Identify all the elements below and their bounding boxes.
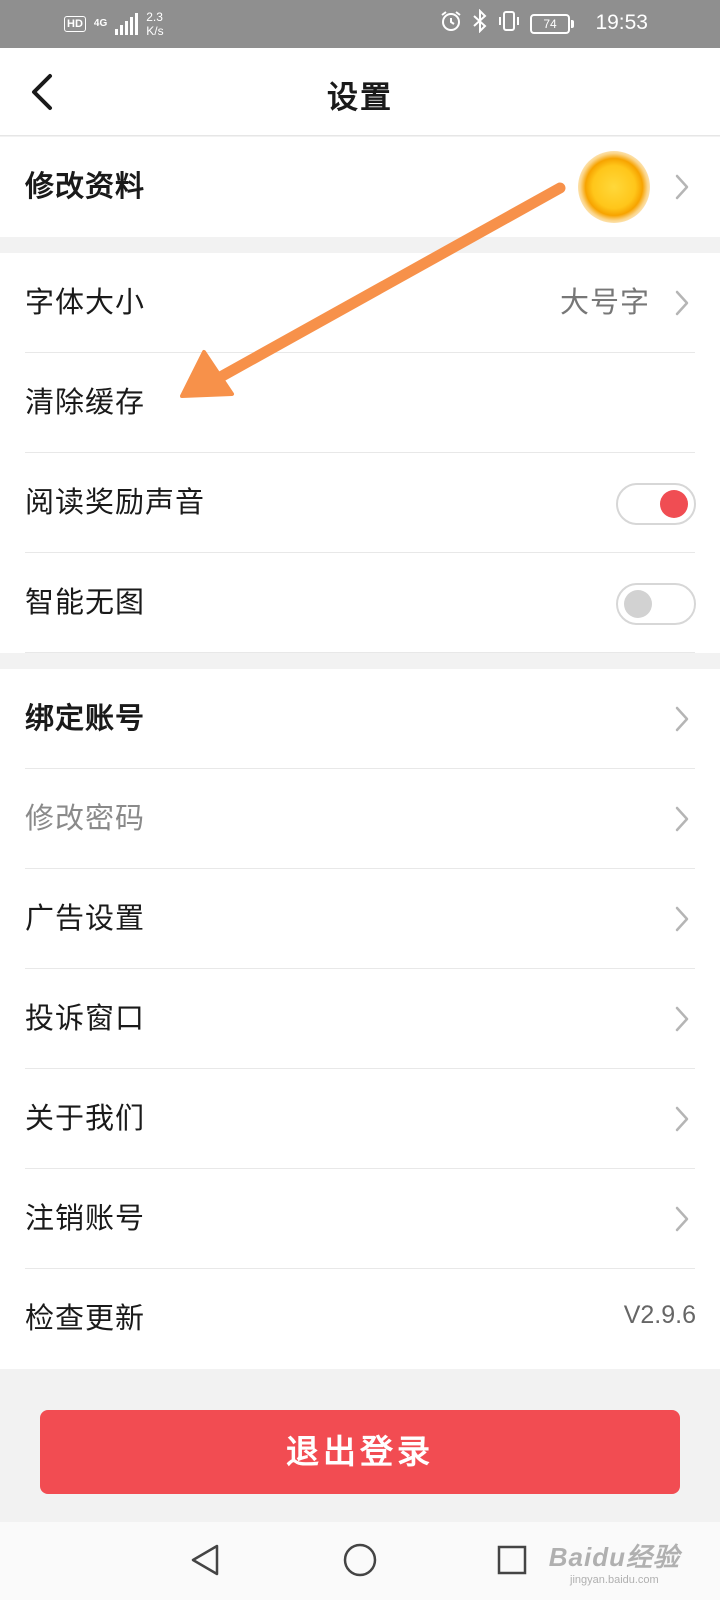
chevron-right-icon — [675, 806, 689, 832]
alarm-icon — [439, 9, 463, 38]
network-type: 4G — [93, 18, 108, 29]
header: 设置 — [0, 48, 720, 136]
nav-recents-button[interactable] — [490, 1538, 534, 1582]
font-size-value: 大号字 — [559, 285, 650, 319]
edit-profile-row[interactable]: 修改资料 — [0, 137, 720, 237]
clear-cache-label: 清除缓存 — [25, 385, 146, 419]
smart-no-image-row: 智能无图 — [0, 553, 720, 653]
smart-no-image-label: 智能无图 — [25, 585, 146, 619]
change-password-row[interactable]: 修改密码 — [0, 769, 720, 869]
smart-no-image-toggle[interactable] — [616, 583, 696, 625]
chevron-right-icon — [675, 1206, 689, 1232]
profile-group: 修改资料 — [0, 137, 720, 237]
hd-badge: HD — [64, 16, 86, 32]
triangle-back-icon — [191, 1544, 219, 1576]
reading-reward-sound-row: 阅读奖励声音 — [0, 453, 720, 553]
delete-account-label: 注销账号 — [25, 1201, 146, 1235]
reading-reward-sound-toggle[interactable] — [616, 483, 696, 525]
nav-back-button[interactable] — [183, 1538, 227, 1582]
bind-account-label: 绑定账号 — [25, 701, 146, 735]
circle-home-icon — [343, 1543, 377, 1577]
system-navigation-bar: Baidu经验 jingyan.baidu.com — [0, 1522, 720, 1600]
complaint-label: 投诉窗口 — [25, 1001, 146, 1035]
about-us-row[interactable]: 关于我们 — [0, 1069, 720, 1169]
ad-settings-row[interactable]: 广告设置 — [0, 869, 720, 969]
complaint-row[interactable]: 投诉窗口 — [0, 969, 720, 1069]
chevron-right-icon — [675, 906, 689, 932]
network-speed: 2.3 K/s — [146, 10, 163, 38]
speed-unit: K/s — [146, 24, 164, 38]
check-update-row[interactable]: 检查更新 V2.9.6 — [0, 1269, 720, 1369]
chevron-right-icon — [675, 706, 689, 732]
toggle-knob — [660, 490, 688, 518]
about-us-label: 关于我们 — [25, 1101, 146, 1135]
preferences-group: 字体大小 大号字 清除缓存 阅读奖励声音 智能无图 — [0, 253, 720, 653]
chevron-right-icon — [675, 1006, 689, 1032]
vibrate-icon — [497, 9, 521, 38]
square-recents-icon — [497, 1545, 527, 1575]
avatar[interactable] — [578, 151, 650, 223]
chevron-right-icon — [675, 1106, 689, 1132]
change-password-label: 修改密码 — [25, 801, 146, 835]
account-group: 绑定账号 修改密码 广告设置 投诉窗口 关于我们 注销账号 检查更新 V2.9.… — [0, 669, 720, 1369]
edit-profile-label: 修改资料 — [25, 169, 146, 203]
bind-account-row[interactable]: 绑定账号 — [0, 669, 720, 769]
reading-reward-sound-label: 阅读奖励声音 — [25, 485, 206, 519]
battery-icon: 74 — [530, 13, 574, 34]
signal-icon — [115, 13, 139, 35]
nav-home-button[interactable] — [338, 1538, 382, 1582]
font-size-label: 字体大小 — [25, 285, 146, 319]
logout-button[interactable]: 退出登录 — [40, 1410, 680, 1494]
status-bar: HD 4G 2.3 K/s 74 19:53 — [0, 0, 720, 48]
ad-settings-label: 广告设置 — [25, 901, 146, 935]
watermark-logo: Baidu经验 — [548, 1542, 680, 1572]
speed-value: 2.3 — [146, 10, 163, 24]
watermark-url: jingyan.baidu.com — [570, 1574, 659, 1586]
chevron-right-icon — [675, 174, 689, 200]
check-update-label: 检查更新 — [25, 1301, 146, 1335]
baidu-watermark: Baidu经验 jingyan.baidu.com — [549, 1537, 680, 1586]
page-title: 设置 — [327, 80, 393, 116]
clock: 19:53 — [595, 11, 648, 34]
delete-account-row[interactable]: 注销账号 — [0, 1169, 720, 1269]
font-size-row[interactable]: 字体大小 大号字 — [0, 253, 720, 353]
clear-cache-row[interactable]: 清除缓存 — [0, 353, 720, 453]
version-value: V2.9.6 — [623, 1301, 696, 1329]
toggle-knob — [624, 590, 652, 618]
chevron-right-icon — [675, 290, 689, 316]
bluetooth-icon — [472, 8, 488, 38]
